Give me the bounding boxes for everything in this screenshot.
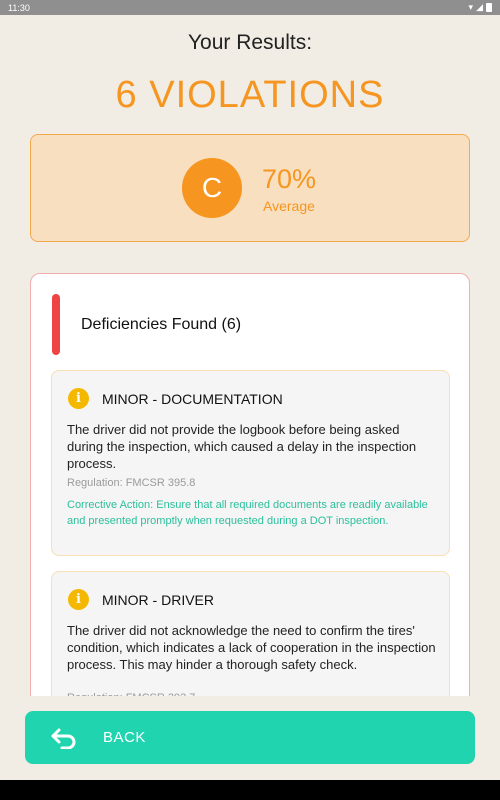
corrective-action: Corrective Action: Ensure that all requi… xyxy=(67,499,428,527)
score-label: Average xyxy=(263,198,315,214)
signal-icon: ◢ xyxy=(476,2,483,12)
status-icons: ▾ ◢ xyxy=(469,2,492,13)
deficiency-item: i MINOR - DOCUMENTATION The driver did n… xyxy=(51,370,450,556)
status-time: 11:30 xyxy=(8,2,30,13)
score-percent: 70% xyxy=(262,164,317,194)
system-nav-bar xyxy=(0,780,500,800)
deficiency-description: The driver did not provide the logbook b… xyxy=(67,422,417,471)
deficiency-title: MINOR - DRIVER xyxy=(102,592,214,608)
deficiency-title: MINOR - DOCUMENTATION xyxy=(102,391,283,407)
wifi-icon: ▾ xyxy=(468,2,474,12)
battery-icon xyxy=(486,3,492,12)
results-title: Your Results: xyxy=(187,31,313,54)
deficiency-regulation: Regulation: FMCSR 395.8 xyxy=(67,477,196,489)
back-label: BACK xyxy=(103,729,146,746)
status-bar: 11:30 ▾ ◢ xyxy=(0,0,500,15)
grade-circle: C xyxy=(182,158,242,218)
deficiencies-title: Deficiencies Found (6) xyxy=(81,316,242,333)
deficiencies-card[interactable]: Deficiencies Found (6) i MINOR - DOCUMEN… xyxy=(30,273,470,713)
return-arrow-icon xyxy=(51,728,76,749)
back-button[interactable]: BACK xyxy=(25,711,475,764)
violations-count: 6 VIOLATIONS xyxy=(115,74,385,116)
info-icon: i xyxy=(68,388,89,409)
severity-bar xyxy=(52,294,60,355)
score-card: C 70% Average xyxy=(30,134,470,242)
deficiency-description: The driver did not acknowledge the need … xyxy=(67,623,436,672)
deficiency-item: i MINOR - DRIVER The driver did not ackn… xyxy=(51,571,450,712)
info-icon: i xyxy=(68,589,89,610)
